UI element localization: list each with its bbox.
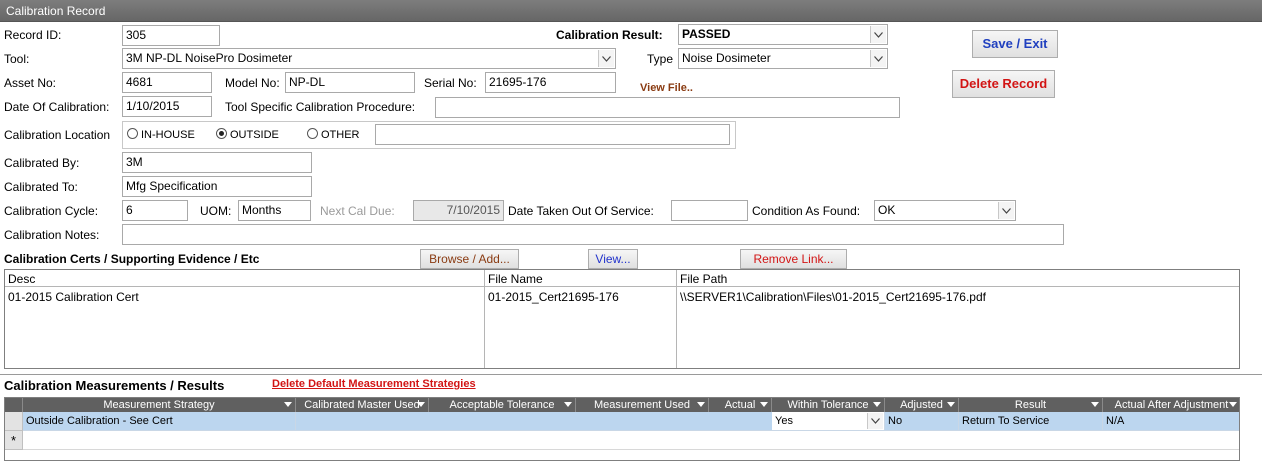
grid-header-within-tolerance[interactable]: Within Tolerance	[772, 398, 885, 412]
type-value: Noise Dosimeter	[682, 51, 771, 65]
model-no-label: Model No:	[225, 76, 280, 90]
tool-procedure-label: Tool Specific Calibration Procedure:	[225, 100, 416, 114]
radio-icon	[307, 128, 318, 139]
chevron-down-icon[interactable]	[870, 26, 886, 43]
location-other-radio[interactable]: OTHER	[307, 128, 360, 141]
chevron-down-icon[interactable]	[598, 50, 614, 67]
remove-link-button[interactable]: Remove Link...	[740, 249, 847, 269]
chevron-down-icon[interactable]	[870, 50, 886, 67]
sort-arrow-icon[interactable]	[697, 402, 705, 407]
tool-select[interactable]: 3M NP-DL NoisePro Dosimeter	[122, 48, 616, 69]
condition-found-label: Condition As Found:	[752, 204, 861, 218]
sort-arrow-icon[interactable]	[284, 402, 292, 407]
next-cal-due-label: Next Cal Due:	[320, 204, 395, 218]
radio-selected-icon	[216, 128, 227, 139]
sort-arrow-icon[interactable]	[1229, 402, 1237, 407]
tool-value: 3M NP-DL NoisePro Dosimeter	[126, 51, 293, 65]
sort-arrow-icon[interactable]	[947, 402, 955, 407]
location-inhouse-radio[interactable]: IN-HOUSE	[127, 128, 195, 141]
certs-header-desc[interactable]: Desc	[8, 271, 35, 287]
certs-col-desc	[5, 270, 485, 368]
chevron-down-icon[interactable]	[998, 202, 1014, 219]
radio-icon	[127, 128, 138, 139]
condition-found-select[interactable]: OK	[874, 200, 1016, 221]
asset-no-label: Asset No:	[4, 76, 57, 90]
uom-field[interactable]: Months	[238, 200, 311, 221]
location-other-field[interactable]	[375, 124, 730, 145]
delete-default-strategies-link[interactable]: Delete Default Measurement Strategies	[272, 378, 476, 390]
grid-header-actual[interactable]: Actual	[709, 398, 772, 412]
calibration-result-select[interactable]: PASSED	[678, 24, 888, 45]
cert-row-desc[interactable]: 01-2015 Calibration Cert	[8, 289, 139, 305]
cert-row-filename[interactable]: 01-2015_Cert21695-176	[488, 289, 619, 305]
date-out-of-service-label: Date Taken Out Of Service:	[508, 204, 654, 218]
next-cal-due-field: 7/10/2015	[413, 200, 504, 221]
section-divider	[0, 374, 1262, 375]
record-id-field[interactable]: 305	[122, 25, 220, 46]
serial-no-label: Serial No:	[424, 76, 477, 90]
calibration-notes-label: Calibration Notes:	[4, 228, 100, 242]
save-exit-button[interactable]: Save / Exit	[972, 30, 1058, 58]
cell-strategy[interactable]: Outside Calibration - See Cert	[23, 412, 296, 430]
view-button[interactable]: View...	[588, 249, 638, 269]
calibrated-by-field[interactable]: 3M	[122, 152, 312, 173]
grid-header-strategy[interactable]: Measurement Strategy	[23, 398, 296, 412]
uom-label: UOM:	[200, 204, 232, 218]
browse-add-button[interactable]: Browse / Add...	[420, 249, 519, 269]
delete-record-button[interactable]: Delete Record	[952, 70, 1055, 98]
date-out-of-service-field[interactable]	[671, 200, 748, 221]
serial-no-field[interactable]: 21695-176	[485, 72, 616, 93]
type-select[interactable]: Noise Dosimeter	[678, 48, 888, 69]
sort-arrow-icon[interactable]	[873, 402, 881, 407]
cert-row-filepath[interactable]: \\SERVER1\Calibration\Files\01-2015_Cert…	[680, 289, 986, 305]
calibration-cycle-label: Calibration Cycle:	[4, 204, 99, 218]
certs-section-title: Calibration Certs / Supporting Evidence …	[4, 252, 260, 266]
cell-adjusted[interactable]: No	[885, 412, 959, 430]
calibration-result-value: PASSED	[682, 27, 731, 41]
calibrated-by-label: Calibrated By:	[4, 156, 80, 170]
chevron-down-icon[interactable]	[867, 413, 883, 429]
asset-no-field[interactable]: 4681	[122, 72, 212, 93]
certs-list[interactable]: Desc File Name File Path 01-2015 Calibra…	[4, 269, 1240, 369]
calibration-result-label: Calibration Result:	[556, 28, 663, 42]
measurements-grid[interactable]: Measurement Strategy Calibrated Master U…	[4, 397, 1240, 461]
date-of-calibration-label: Date Of Calibration:	[4, 100, 110, 114]
condition-found-value: OK	[878, 203, 896, 217]
table-row[interactable]: Outside Calibration - See Cert Yes No Re…	[23, 412, 1239, 431]
sort-arrow-icon[interactable]	[760, 402, 768, 407]
tool-procedure-field[interactable]	[435, 97, 900, 118]
table-row-new[interactable]	[23, 431, 1239, 450]
calibration-notes-field[interactable]	[122, 224, 1064, 245]
grid-row-selector[interactable]	[5, 412, 23, 431]
sort-arrow-icon[interactable]	[564, 402, 572, 407]
new-row-marker[interactable]: *	[5, 431, 23, 450]
cell-within-tolerance[interactable]: Yes	[772, 412, 885, 430]
calibration-cycle-field[interactable]: 6	[122, 200, 188, 221]
grid-header-after-adjustment[interactable]: Actual After Adjustment	[1103, 398, 1239, 412]
certs-header-filename[interactable]: File Name	[488, 271, 543, 287]
certs-header-filepath[interactable]: File Path	[680, 271, 727, 287]
sort-arrow-icon[interactable]	[417, 402, 425, 407]
grid-header-result[interactable]: Result	[959, 398, 1103, 412]
grid-header-measurement-used[interactable]: Measurement Used	[576, 398, 709, 412]
calibrated-to-field[interactable]: Mfg Specification	[122, 176, 312, 197]
calibrated-to-label: Calibrated To:	[4, 180, 78, 194]
tool-label: Tool:	[4, 52, 30, 66]
type-label: Type	[647, 52, 674, 66]
view-file-link[interactable]: View File..	[640, 82, 693, 94]
location-outside-radio[interactable]: OUTSIDE	[216, 128, 279, 141]
model-no-field[interactable]: NP-DL	[285, 72, 415, 93]
window-title: Calibration Record	[0, 0, 1262, 22]
cell-result[interactable]: Return To Service	[959, 412, 1103, 430]
measurements-section-title: Calibration Measurements / Results	[4, 378, 225, 393]
cell-after-adjustment[interactable]: N/A	[1103, 412, 1239, 430]
grid-header-adjusted[interactable]: Adjusted	[885, 398, 959, 412]
calibration-location-label: Calibration Location	[4, 128, 111, 142]
grid-header-master[interactable]: Calibrated Master Used	[296, 398, 429, 412]
record-id-label: Record ID:	[4, 28, 62, 42]
grid-row-selector-header	[5, 398, 23, 412]
date-of-calibration-field[interactable]: 1/10/2015	[122, 96, 212, 117]
grid-header-tolerance[interactable]: Acceptable Tolerance	[429, 398, 576, 412]
sort-arrow-icon[interactable]	[1091, 402, 1099, 407]
